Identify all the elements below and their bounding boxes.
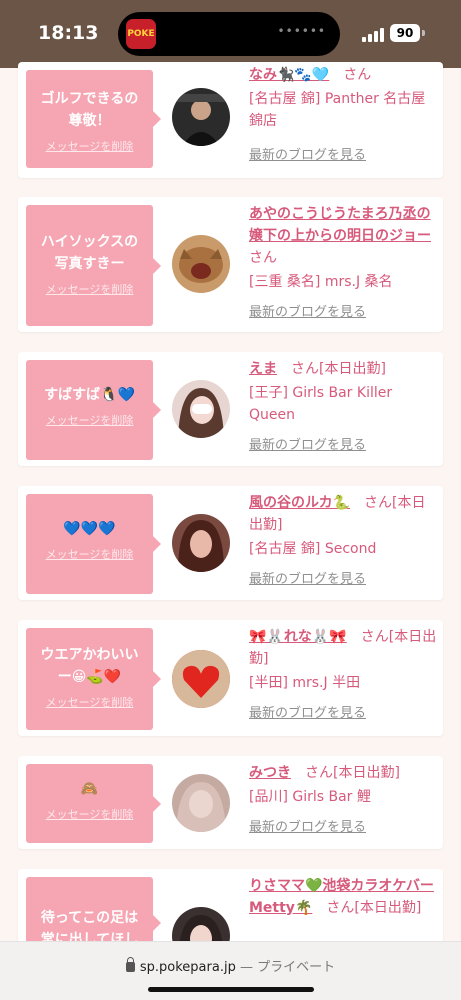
avatar[interactable] <box>172 380 230 438</box>
message-bubble: ゴルフできるの尊敬！ メッセージを削除 <box>26 70 161 168</box>
latest-blog-link[interactable]: 最新のブログを見る <box>249 301 439 320</box>
profile-name-link[interactable]: 🎀🐰れな🐰🎀 <box>249 629 347 645</box>
status-time: 18:13 <box>38 22 99 44</box>
shop-label: [三重 桑名] mrs.J 桑名 <box>249 274 393 290</box>
delete-message-link[interactable]: メッセージを削除 <box>26 694 153 710</box>
profile-name-link[interactable]: みつき <box>249 765 291 781</box>
profile-info: あやのこうじうたまろ乃丞の嬢下の上からの明日のジョー さん [三重 桑名] mr… <box>249 203 439 320</box>
message-card: ゴルフできるの尊敬！ メッセージを削除 なみ🐈‍⬛🐾🩵 さん [名古屋 錦] P… <box>18 62 443 178</box>
message-bubble: ハイソックスの写真すきー メッセージを削除 <box>26 205 161 326</box>
avatar[interactable] <box>172 514 230 572</box>
name-suffix: さん <box>249 250 277 266</box>
message-bubble: 🙈 メッセージを削除 <box>26 764 161 843</box>
delete-message-link[interactable]: メッセージを削除 <box>26 138 153 154</box>
latest-blog-link[interactable]: 最新のブログを見る <box>249 816 439 835</box>
dynamic-island: POKE •••••• <box>118 12 340 56</box>
lock-icon <box>125 957 135 972</box>
shop-label: [王子] Girls Bar Killer Queen <box>249 385 393 423</box>
delete-message-link[interactable]: メッセージを削除 <box>26 281 153 297</box>
battery-tip <box>422 30 425 36</box>
latest-blog-link[interactable]: 最新のブログを見る <box>249 702 439 721</box>
shop-label: [名古屋 錦] Panther 名古屋錦店 <box>249 91 426 129</box>
profile-info: なみ🐈‍⬛🐾🩵 さん [名古屋 錦] Panther 名古屋錦店 最新のブログを… <box>249 64 439 163</box>
message-bubble: 💙💙💙 メッセージを削除 <box>26 494 161 594</box>
activity-dots-icon: •••••• <box>277 24 326 38</box>
latest-blog-link[interactable]: 最新のブログを見る <box>249 434 439 453</box>
message-text: 🙈 <box>80 781 99 797</box>
status-bar: 18:13 POKE •••••• 90 <box>0 0 461 68</box>
message-card: ウエアかわいいー😀⛳️❤️ メッセージを削除 🎀🐰れな🐰🎀 さん[本日出勤] [… <box>18 620 443 736</box>
message-text: ウエアかわいいー😀⛳️❤️ <box>40 647 139 685</box>
message-text: ゴルフできるの尊敬！ <box>40 91 139 129</box>
message-text: すばすば🐧💙 <box>44 387 135 403</box>
battery-icon: 90 <box>390 24 420 42</box>
home-indicator[interactable] <box>148 987 314 992</box>
message-card: 🙈 メッセージを削除 みつき さん[本日出勤] [品川] Girls Bar 鯉… <box>18 756 443 849</box>
browser-url-bar[interactable]: sp.pokepara.jp — プライベート <box>0 941 461 1000</box>
avatar[interactable] <box>172 774 230 832</box>
profile-info: 風の谷のルカ🐍 さん[本日出勤] [名古屋 錦] Second 最新のブログを見… <box>249 492 439 587</box>
avatar[interactable] <box>172 235 230 293</box>
avatar[interactable] <box>172 650 230 708</box>
app-icon: POKE <box>126 19 156 49</box>
url-display[interactable]: sp.pokepara.jp — プライベート <box>0 956 461 975</box>
message-card: すばすば🐧💙 メッセージを削除 えま さん[本日出勤] [王子] Girls B… <box>18 352 443 466</box>
delete-message-link[interactable]: メッセージを削除 <box>26 412 153 428</box>
name-suffix: さん[本日出勤] <box>326 900 422 916</box>
shop-label: [名古屋 錦] Second <box>249 541 377 557</box>
avatar[interactable] <box>172 88 230 146</box>
name-suffix: さん <box>343 67 372 83</box>
name-suffix: さん[本日出勤] <box>305 765 400 781</box>
message-bubble: ウエアかわいいー😀⛳️❤️ メッセージを削除 <box>26 628 161 730</box>
profile-name-link[interactable]: あやのこうじうたまろ乃丞の嬢下の上からの明日のジョー <box>249 206 431 244</box>
url-separator: — <box>239 960 253 975</box>
cellular-signal-icon <box>362 26 384 42</box>
shop-label: [半田] mrs.J 半田 <box>249 675 361 691</box>
latest-blog-link[interactable]: 最新のブログを見る <box>249 144 439 163</box>
profile-info: りさママ💚池袋カラオケバーMetty🌴 さん[本日出勤] <box>249 875 439 919</box>
profile-name-link[interactable]: えま <box>249 361 277 377</box>
profile-info: みつき さん[本日出勤] [品川] Girls Bar 鯉 最新のブログを見る <box>249 762 439 835</box>
latest-blog-link[interactable]: 最新のブログを見る <box>249 568 439 587</box>
profile-info: えま さん[本日出勤] [王子] Girls Bar Killer Queen … <box>249 358 439 453</box>
message-card: ハイソックスの写真すきー メッセージを削除 あやのこうじうたまろ乃丞の嬢下の上か… <box>18 197 443 332</box>
message-bubble: すばすば🐧💙 メッセージを削除 <box>26 360 161 460</box>
delete-message-link[interactable]: メッセージを削除 <box>26 806 153 822</box>
message-text: 💙💙💙 <box>63 521 116 537</box>
message-text: ハイソックスの写真すきー <box>40 234 139 272</box>
private-mode-label: プライベート <box>257 960 336 975</box>
url-domain: sp.pokepara.jp <box>139 960 236 975</box>
message-card: 💙💙💙 メッセージを削除 風の谷のルカ🐍 さん[本日出勤] [名古屋 錦] Se… <box>18 486 443 600</box>
profile-name-link[interactable]: 風の谷のルカ🐍 <box>249 495 350 511</box>
name-suffix: さん[本日出勤] <box>291 361 386 377</box>
profile-info: 🎀🐰れな🐰🎀 さん[本日出勤] [半田] mrs.J 半田 最新のブログを見る <box>249 626 439 721</box>
delete-message-link[interactable]: メッセージを削除 <box>26 546 153 562</box>
shop-label: [品川] Girls Bar 鯉 <box>249 789 371 805</box>
profile-name-link[interactable]: なみ🐈‍⬛🐾🩵 <box>249 67 329 83</box>
